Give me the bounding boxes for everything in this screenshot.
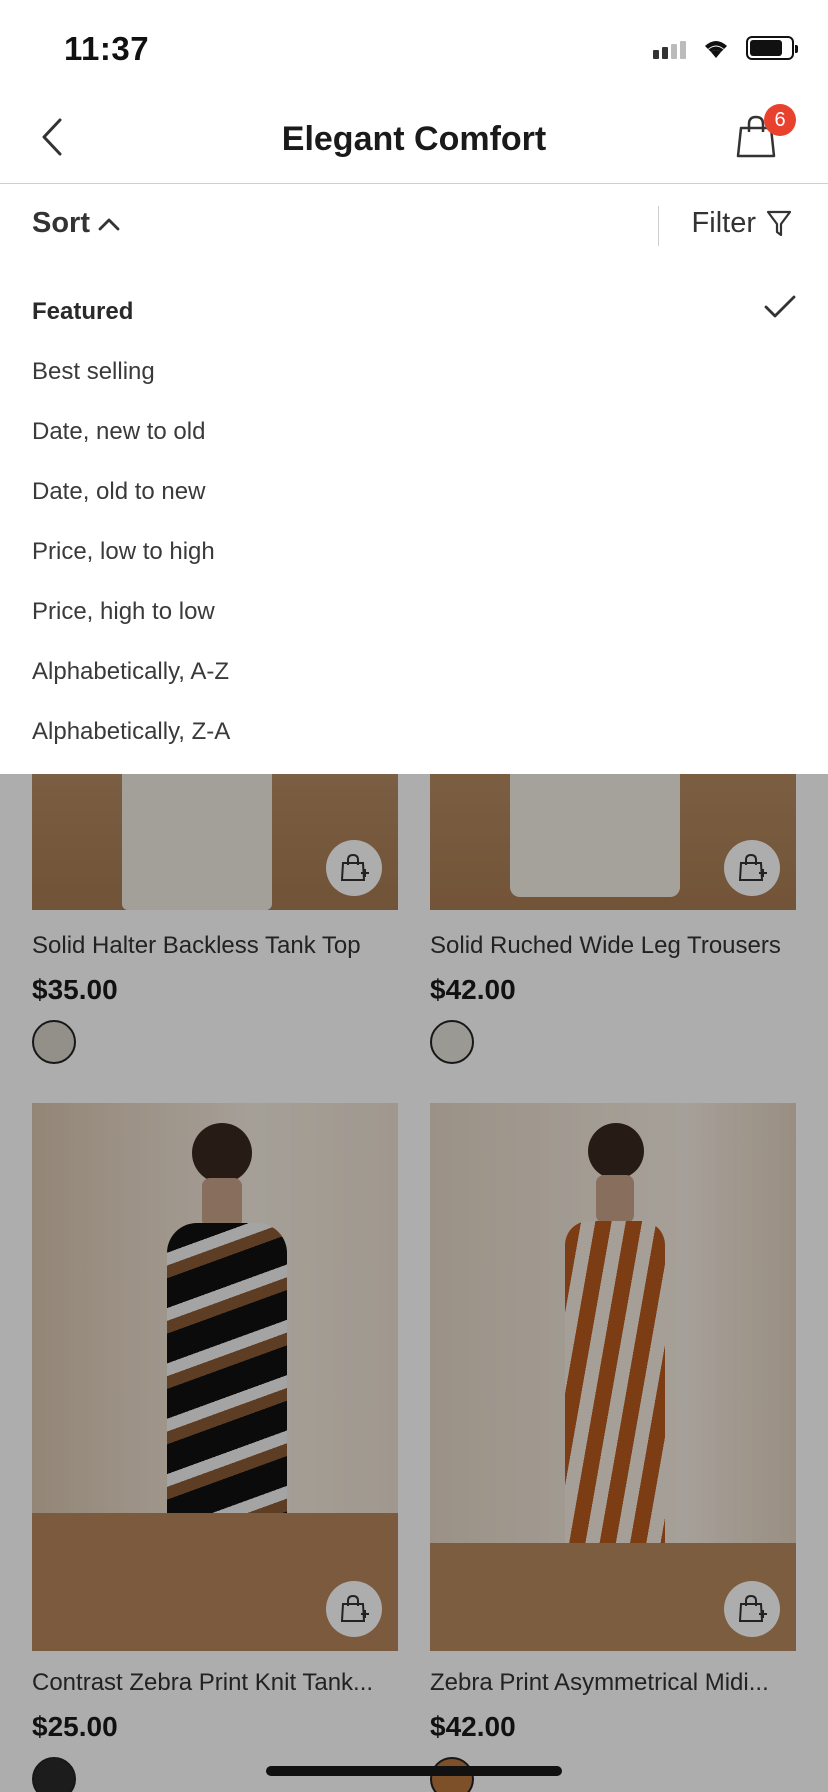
home-indicator bbox=[266, 1766, 562, 1776]
sort-option-label: Price, low to high bbox=[32, 538, 215, 565]
status-icons bbox=[653, 36, 798, 60]
sort-option-featured[interactable]: Featured bbox=[32, 284, 796, 340]
filter-label: Filter bbox=[691, 207, 756, 239]
wifi-icon bbox=[705, 41, 727, 58]
page-title: Elegant Comfort bbox=[281, 120, 547, 158]
status-time: 11:37 bbox=[64, 30, 150, 67]
cart-count-badge: 6 bbox=[764, 104, 796, 136]
sort-menu: Featured Best selling Date, new to old D… bbox=[0, 267, 828, 774]
sort-option-date-new-old[interactable]: Date, new to old bbox=[32, 404, 796, 460]
sort-label: Sort bbox=[32, 207, 90, 239]
sort-option-alpha-a-z[interactable]: Alphabetically, A-Z bbox=[32, 644, 796, 700]
filter-funnel-icon bbox=[766, 210, 792, 236]
sort-option-label: Date, old to new bbox=[32, 478, 206, 505]
sort-option-best-selling[interactable]: Best selling bbox=[32, 344, 796, 400]
sort-option-label: Alphabetically, A-Z bbox=[32, 658, 229, 685]
sort-option-label: Featured bbox=[32, 298, 134, 325]
battery-icon bbox=[746, 36, 798, 60]
sort-option-date-old-new[interactable]: Date, old to new bbox=[32, 464, 796, 520]
cart-button[interactable]: 6 bbox=[736, 104, 796, 164]
filter-button[interactable]: Filter bbox=[692, 207, 792, 240]
sort-button[interactable]: Sort bbox=[32, 207, 120, 240]
sort-option-alpha-z-a[interactable]: Alphabetically, Z-A bbox=[32, 704, 796, 760]
sort-option-label: Price, high to low bbox=[32, 598, 215, 625]
signal-icon bbox=[653, 37, 686, 59]
sort-filter-bar: Sort Filter bbox=[0, 185, 828, 267]
sort-option-price-low-high[interactable]: Price, low to high bbox=[32, 524, 796, 580]
sort-option-label: Date, new to old bbox=[32, 418, 206, 445]
sort-option-label: Alphabetically, Z-A bbox=[32, 718, 231, 745]
status-bar: 11:37 bbox=[0, 0, 828, 96]
checkmark-icon bbox=[764, 295, 796, 318]
sort-option-price-high-low[interactable]: Price, high to low bbox=[32, 584, 796, 640]
chevron-up-icon bbox=[98, 218, 120, 230]
dim-overlay[interactable] bbox=[0, 774, 828, 1792]
app-header: Elegant Comfort 6 bbox=[0, 96, 828, 184]
toolbar-divider bbox=[658, 206, 659, 246]
sort-option-label: Best selling bbox=[32, 358, 155, 385]
